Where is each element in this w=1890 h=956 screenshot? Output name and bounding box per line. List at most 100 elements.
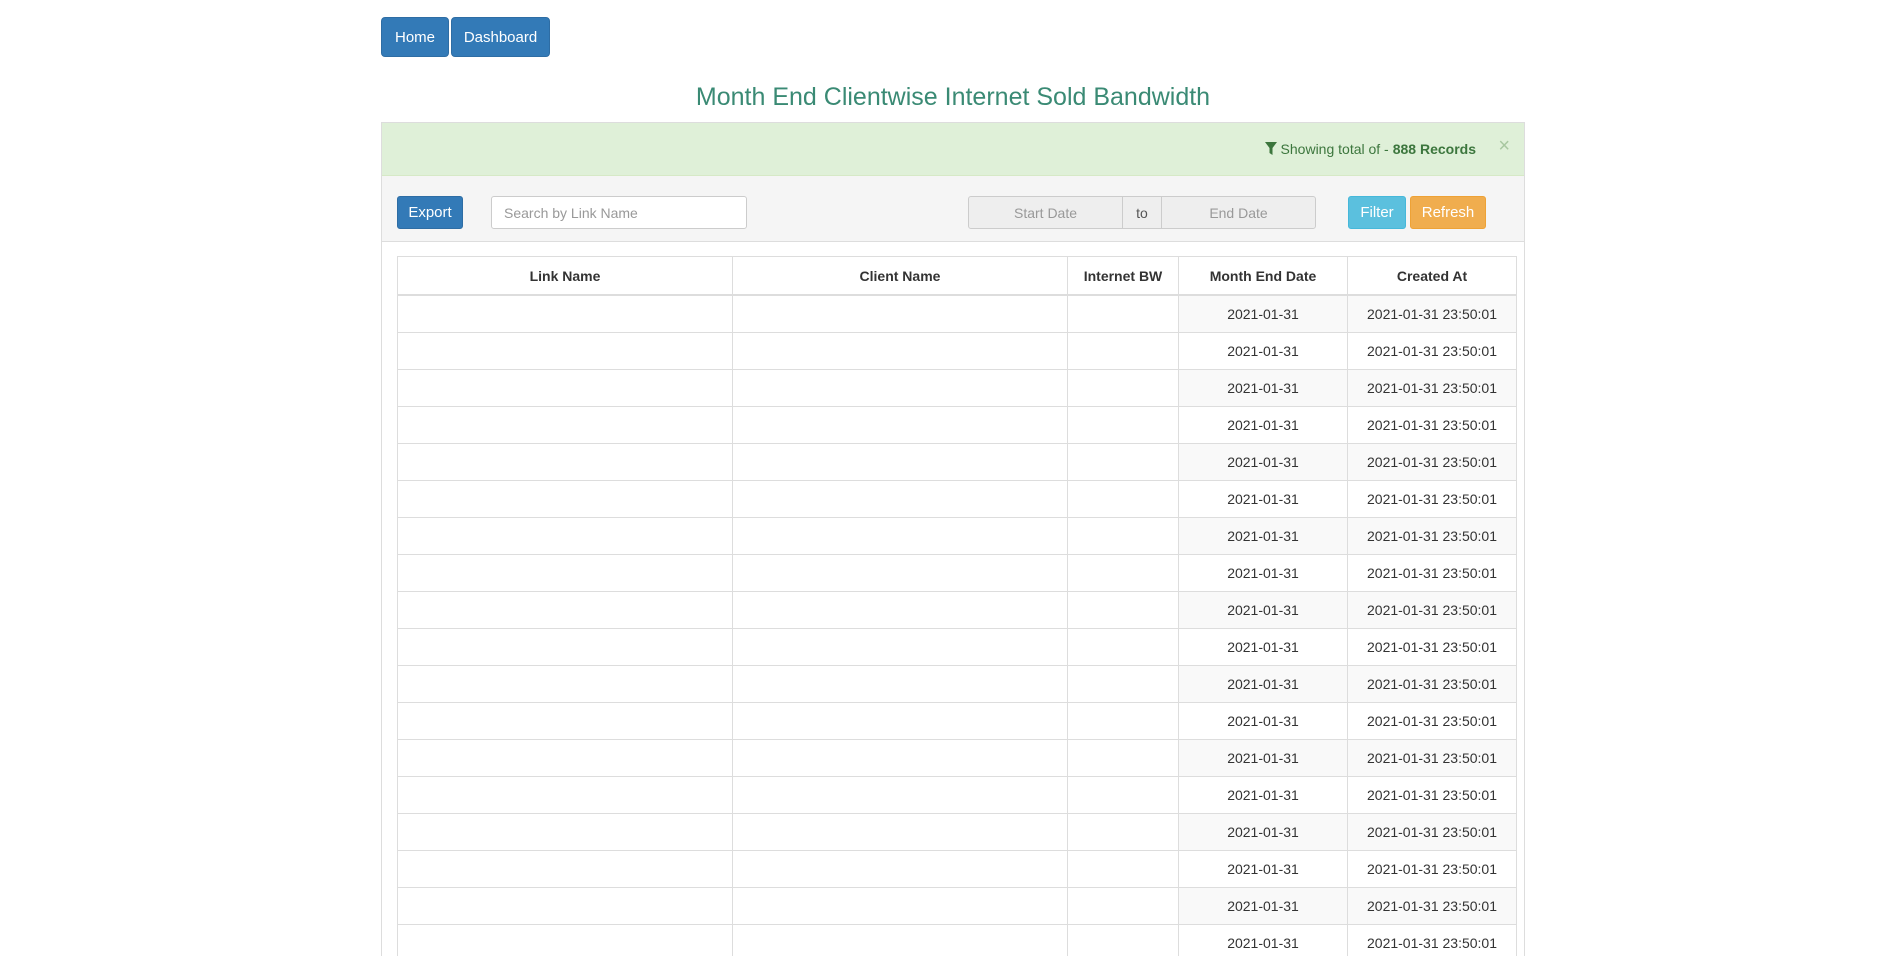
table-row: 2021-01-31 2021-01-31 23:50:01 xyxy=(397,443,1517,481)
cell-month-end-date: 2021-01-31 xyxy=(1178,332,1348,370)
cell-internet-bw xyxy=(1067,480,1179,518)
cell-internet-bw xyxy=(1067,924,1179,956)
cell-internet-bw xyxy=(1067,406,1179,444)
cell-link-name xyxy=(397,369,733,407)
cell-created-at: 2021-01-31 23:50:01 xyxy=(1347,702,1517,740)
cell-client-name xyxy=(732,517,1068,555)
cell-created-at: 2021-01-31 23:50:01 xyxy=(1347,443,1517,481)
table-row: 2021-01-31 2021-01-31 23:50:01 xyxy=(397,517,1517,555)
cell-link-name xyxy=(397,739,733,777)
search-input[interactable] xyxy=(491,196,747,229)
table-row: 2021-01-31 2021-01-31 23:50:01 xyxy=(397,294,1517,333)
cell-client-name xyxy=(732,294,1068,333)
cell-internet-bw xyxy=(1067,332,1179,370)
table-row: 2021-01-31 2021-01-31 23:50:01 xyxy=(397,776,1517,814)
cell-created-at: 2021-01-31 23:50:01 xyxy=(1347,665,1517,703)
cell-month-end-date: 2021-01-31 xyxy=(1178,702,1348,740)
column-header-link-name[interactable]: Link Name xyxy=(397,256,733,296)
page-title: Month End Clientwise Internet Sold Bandw… xyxy=(695,83,1211,111)
cell-client-name xyxy=(732,628,1068,666)
table-row: 2021-01-31 2021-01-31 23:50:01 xyxy=(397,850,1517,888)
cell-client-name xyxy=(732,554,1068,592)
records-prefix: Showing total of - xyxy=(1280,141,1389,157)
cell-month-end-date: 2021-01-31 xyxy=(1178,294,1348,333)
cell-internet-bw xyxy=(1067,739,1179,777)
records-panel: Showing total of - 888 Records × Export … xyxy=(381,122,1525,956)
cell-internet-bw xyxy=(1067,443,1179,481)
cell-client-name xyxy=(732,702,1068,740)
cell-internet-bw xyxy=(1067,850,1179,888)
cell-month-end-date: 2021-01-31 xyxy=(1178,591,1348,629)
cell-month-end-date: 2021-01-31 xyxy=(1178,554,1348,592)
column-header-month-end-date[interactable]: Month End Date xyxy=(1178,256,1348,296)
cell-created-at: 2021-01-31 23:50:01 xyxy=(1347,406,1517,444)
cell-created-at: 2021-01-31 23:50:01 xyxy=(1347,480,1517,518)
cell-client-name xyxy=(732,850,1068,888)
column-header-created-at[interactable]: Created At xyxy=(1347,256,1517,296)
cell-created-at: 2021-01-31 23:50:01 xyxy=(1347,554,1517,592)
cell-created-at: 2021-01-31 23:50:01 xyxy=(1347,813,1517,851)
cell-month-end-date: 2021-01-31 xyxy=(1178,924,1348,956)
table-row: 2021-01-31 2021-01-31 23:50:01 xyxy=(397,554,1517,592)
cell-client-name xyxy=(732,443,1068,481)
filter-button[interactable]: Filter xyxy=(1348,196,1406,229)
refresh-button[interactable]: Refresh xyxy=(1410,196,1486,229)
date-to-label: to xyxy=(1123,196,1161,229)
cell-link-name xyxy=(397,591,733,629)
cell-internet-bw xyxy=(1067,702,1179,740)
cell-client-name xyxy=(732,887,1068,925)
cell-client-name xyxy=(732,739,1068,777)
table-row: 2021-01-31 2021-01-31 23:50:01 xyxy=(397,406,1517,444)
cell-internet-bw xyxy=(1067,554,1179,592)
cell-created-at: 2021-01-31 23:50:01 xyxy=(1347,591,1517,629)
table-row: 2021-01-31 2021-01-31 23:50:01 xyxy=(397,332,1517,370)
column-header-internet-bw[interactable]: Internet BW xyxy=(1067,256,1179,296)
cell-created-at: 2021-01-31 23:50:01 xyxy=(1347,739,1517,777)
export-button[interactable]: Export xyxy=(397,196,463,229)
filter-icon xyxy=(1264,142,1277,155)
cell-created-at: 2021-01-31 23:50:01 xyxy=(1347,887,1517,925)
dashboard-button[interactable]: Dashboard xyxy=(451,17,550,57)
cell-link-name xyxy=(397,776,733,814)
table-row: 2021-01-31 2021-01-31 23:50:01 xyxy=(397,702,1517,740)
cell-client-name xyxy=(732,776,1068,814)
cell-created-at: 2021-01-31 23:50:01 xyxy=(1347,294,1517,333)
cell-client-name xyxy=(732,480,1068,518)
cell-link-name xyxy=(397,628,733,666)
cell-client-name xyxy=(732,591,1068,629)
cell-month-end-date: 2021-01-31 xyxy=(1178,443,1348,481)
cell-created-at: 2021-01-31 23:50:01 xyxy=(1347,332,1517,370)
cell-internet-bw xyxy=(1067,665,1179,703)
top-nav: Home Dashboard xyxy=(381,17,550,57)
cell-internet-bw xyxy=(1067,628,1179,666)
cell-internet-bw xyxy=(1067,776,1179,814)
start-date-input[interactable] xyxy=(968,196,1123,229)
cell-month-end-date: 2021-01-31 xyxy=(1178,665,1348,703)
cell-month-end-date: 2021-01-31 xyxy=(1178,850,1348,888)
cell-month-end-date: 2021-01-31 xyxy=(1178,406,1348,444)
cell-internet-bw xyxy=(1067,887,1179,925)
close-icon[interactable]: × xyxy=(1498,136,1510,156)
records-count-text: Showing total of - 888 Records xyxy=(1264,141,1476,157)
table-row: 2021-01-31 2021-01-31 23:50:01 xyxy=(397,369,1517,407)
table-row: 2021-01-31 2021-01-31 23:50:01 xyxy=(397,591,1517,629)
cell-created-at: 2021-01-31 23:50:01 xyxy=(1347,776,1517,814)
cell-internet-bw xyxy=(1067,369,1179,407)
cell-client-name xyxy=(732,924,1068,956)
home-button[interactable]: Home xyxy=(381,17,449,57)
cell-link-name xyxy=(397,332,733,370)
table-row: 2021-01-31 2021-01-31 23:50:01 xyxy=(397,887,1517,925)
records-alert: Showing total of - 888 Records × xyxy=(382,123,1524,176)
cell-month-end-date: 2021-01-31 xyxy=(1178,480,1348,518)
cell-link-name xyxy=(397,480,733,518)
table-row: 2021-01-31 2021-01-31 23:50:01 xyxy=(397,480,1517,518)
cell-month-end-date: 2021-01-31 xyxy=(1178,517,1348,555)
column-header-client-name[interactable]: Client Name xyxy=(732,256,1068,296)
cell-link-name xyxy=(397,924,733,956)
cell-month-end-date: 2021-01-31 xyxy=(1178,813,1348,851)
end-date-input[interactable] xyxy=(1161,196,1316,229)
cell-link-name xyxy=(397,813,733,851)
cell-link-name xyxy=(397,887,733,925)
cell-link-name xyxy=(397,406,733,444)
cell-internet-bw xyxy=(1067,517,1179,555)
